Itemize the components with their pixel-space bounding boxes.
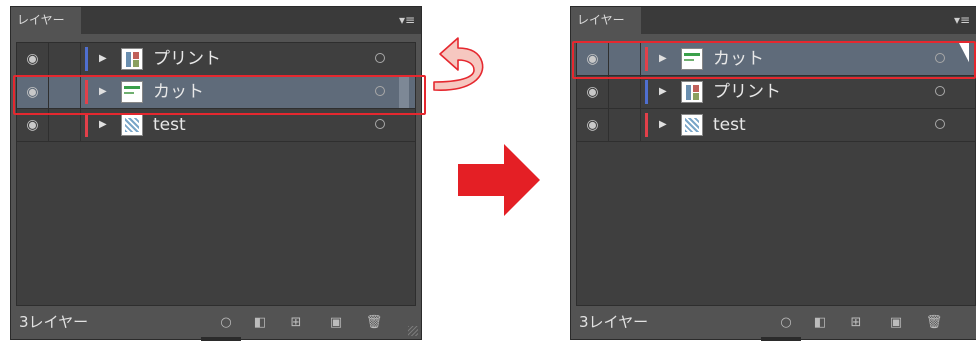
trash-icon[interactable]: 🗑 xyxy=(365,306,383,339)
layer-thumbnail xyxy=(121,48,143,70)
layer-row-print[interactable]: ◉ ▶ プリント xyxy=(17,43,415,76)
layer-thumbnail xyxy=(681,114,703,136)
layer-count: 3レイヤー xyxy=(579,313,649,331)
layer-color-swatch xyxy=(85,47,88,71)
panel-menu-icon[interactable]: ▾≡ xyxy=(399,13,415,27)
target-circle-icon[interactable] xyxy=(375,53,385,63)
highlight-box-right xyxy=(572,41,976,79)
layer-color-swatch xyxy=(645,80,648,104)
layer-color-swatch xyxy=(645,113,648,137)
scroll-handle[interactable] xyxy=(201,337,241,341)
panel-footer: 3レイヤー ○ ◧ ⊞ ▣ 🗑 xyxy=(571,306,976,341)
scroll-handle[interactable] xyxy=(761,337,801,341)
target-circle-icon[interactable] xyxy=(375,119,385,129)
new-sublayer-icon[interactable]: ⊞ xyxy=(287,306,305,339)
search-icon[interactable]: ○ xyxy=(777,306,795,339)
layer-name[interactable]: test xyxy=(713,109,746,141)
new-layer-icon[interactable]: ▣ xyxy=(327,306,345,339)
expand-triangle-icon[interactable]: ▶ xyxy=(659,76,667,108)
make-clipping-mask-icon[interactable]: ◧ xyxy=(251,306,269,339)
layers-panel-before: レイヤー ▾≡ ◉ ▶ プリント ◉ ▶ カット ◉ ▶ test 3レイヤー … xyxy=(10,6,422,341)
highlight-box-left xyxy=(13,75,426,115)
expand-triangle-icon[interactable]: ▶ xyxy=(99,43,107,75)
expand-triangle-icon[interactable]: ▶ xyxy=(659,109,667,141)
lock-toggle[interactable] xyxy=(49,43,81,75)
layer-thumbnail xyxy=(121,114,143,136)
target-circle-icon[interactable] xyxy=(935,86,945,96)
panel-footer: 3レイヤー ○ ◧ ⊞ ▣ 🗑 xyxy=(11,306,421,341)
layer-name[interactable]: プリント xyxy=(713,76,781,108)
target-circle-icon[interactable] xyxy=(935,119,945,129)
curved-move-up-arrow-icon xyxy=(433,37,484,91)
lock-toggle[interactable] xyxy=(609,76,641,108)
tab-layers[interactable]: レイヤー xyxy=(11,7,81,34)
trash-icon[interactable]: 🗑 xyxy=(925,306,943,339)
panel-tab-bar: レイヤー ▾≡ xyxy=(11,7,421,34)
layer-thumbnail xyxy=(681,81,703,103)
panel-menu-icon[interactable]: ▾≡ xyxy=(954,13,970,27)
visibility-eye-icon[interactable]: ◉ xyxy=(577,109,609,141)
new-layer-icon[interactable]: ▣ xyxy=(887,306,905,339)
layer-color-swatch xyxy=(85,113,88,137)
layer-row-test[interactable]: ◉ ▶ test xyxy=(577,109,975,142)
search-icon[interactable]: ○ xyxy=(217,306,235,339)
panel-tab-bar: レイヤー ▾≡ xyxy=(571,7,976,34)
resize-grip[interactable] xyxy=(408,326,418,336)
layer-list: ◉ ▶ カット ◉ ▶ プリント ◉ ▶ test xyxy=(576,42,976,306)
visibility-eye-icon[interactable]: ◉ xyxy=(17,43,49,75)
make-clipping-mask-icon[interactable]: ◧ xyxy=(811,306,829,339)
layer-row-print[interactable]: ◉ ▶ プリント xyxy=(577,76,975,109)
layer-count: 3レイヤー xyxy=(19,313,89,331)
visibility-eye-icon[interactable]: ◉ xyxy=(577,76,609,108)
tab-layers[interactable]: レイヤー xyxy=(571,7,641,34)
lock-toggle[interactable] xyxy=(609,109,641,141)
layer-name[interactable]: プリント xyxy=(153,43,221,75)
new-sublayer-icon[interactable]: ⊞ xyxy=(847,306,865,339)
right-arrow-icon xyxy=(458,144,540,216)
